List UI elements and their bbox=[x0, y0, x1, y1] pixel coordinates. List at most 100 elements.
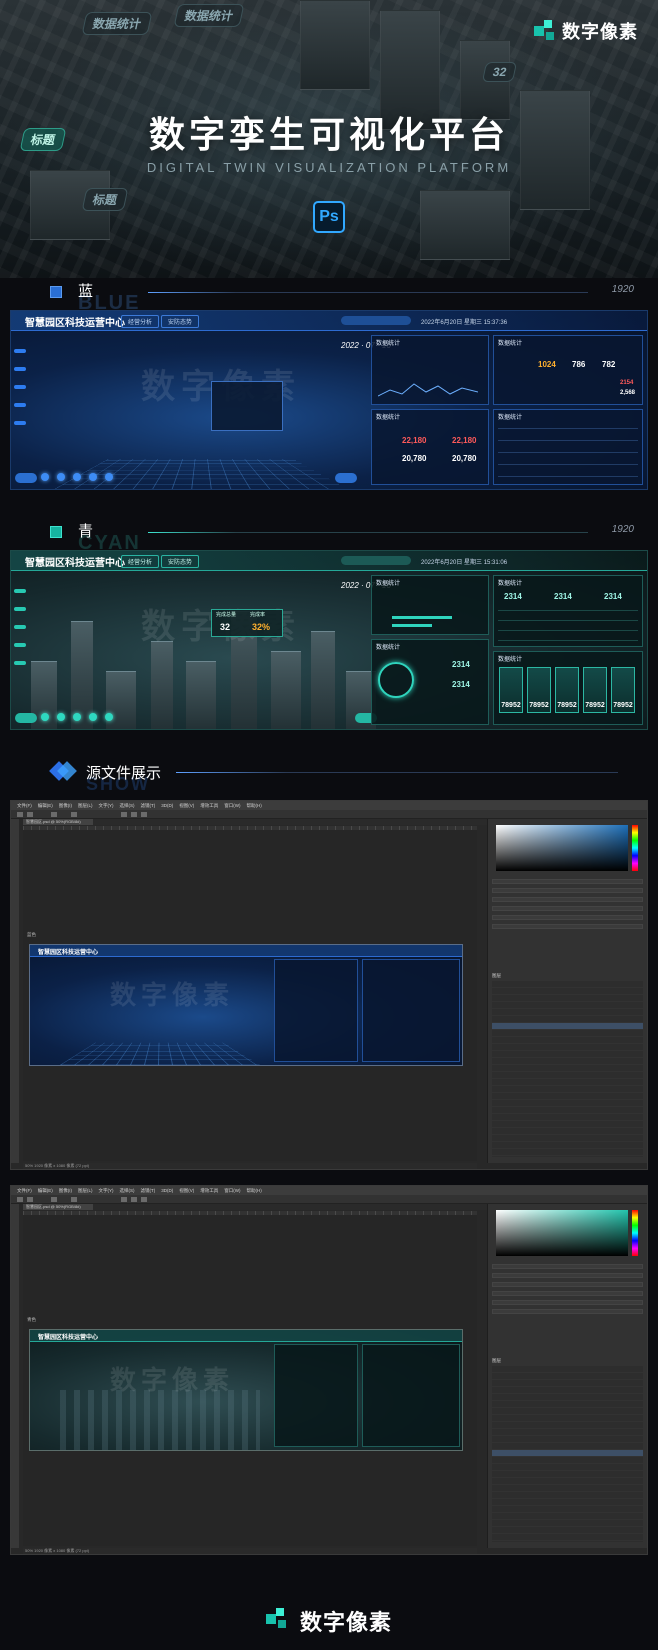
nav-tab[interactable]: 安防态势 bbox=[161, 555, 200, 568]
tool-button[interactable] bbox=[57, 473, 65, 481]
option-icon[interactable] bbox=[51, 1197, 57, 1202]
menu-item[interactable]: 图像(I) bbox=[59, 1188, 72, 1194]
align-icon[interactable] bbox=[141, 1197, 147, 1202]
panel-title: 数据统计 bbox=[498, 581, 523, 587]
tool-button[interactable] bbox=[73, 473, 81, 481]
menu-item[interactable]: 选择(S) bbox=[120, 1188, 135, 1194]
document-tabs: 智慧园区.psd @ 50%(RGB/8#) bbox=[23, 819, 487, 825]
align-icon[interactable] bbox=[141, 812, 147, 817]
metric-tile[interactable]: 78952 bbox=[611, 667, 635, 713]
sidebar-item[interactable] bbox=[14, 349, 26, 353]
menu-item[interactable]: 帮助(H) bbox=[247, 803, 262, 809]
document-tab[interactable]: 智慧园区.psd @ 50%(RGB/8#) bbox=[23, 1204, 93, 1210]
document-tab[interactable]: 智慧园区.psd @ 50%(RGB/8#) bbox=[23, 819, 93, 825]
home-icon[interactable] bbox=[17, 812, 23, 817]
tool-button[interactable] bbox=[89, 713, 97, 721]
watermark: 数字像素 bbox=[110, 980, 235, 1010]
menu-item[interactable]: 图层(L) bbox=[78, 803, 93, 809]
option-icon[interactable] bbox=[71, 1197, 77, 1202]
tool-button[interactable] bbox=[41, 473, 49, 481]
menu-item[interactable]: 增效工具 bbox=[200, 803, 218, 809]
hue-slider[interactable] bbox=[632, 1210, 638, 1256]
menu-item[interactable]: 文字(Y) bbox=[99, 803, 114, 809]
menu-item[interactable]: 文件(F) bbox=[17, 803, 32, 809]
sidebar-item[interactable] bbox=[14, 625, 26, 629]
align-icon[interactable] bbox=[121, 1197, 127, 1202]
properties-panel bbox=[492, 879, 643, 969]
metric-tile[interactable]: 78952 bbox=[527, 667, 551, 713]
menu-item[interactable]: 3D(D) bbox=[161, 1188, 173, 1193]
menu-item[interactable]: 编辑(E) bbox=[38, 803, 53, 809]
menu-item[interactable]: 窗口(W) bbox=[224, 803, 240, 809]
search-input[interactable] bbox=[341, 316, 411, 325]
menu-item[interactable]: 滤镜(T) bbox=[141, 803, 156, 809]
bottom-pill-button[interactable] bbox=[15, 473, 37, 483]
tool-button[interactable] bbox=[89, 473, 97, 481]
align-icon[interactable] bbox=[131, 812, 137, 817]
dashboard-title: 智慧园区科技运营中心 bbox=[25, 558, 125, 569]
tool-button[interactable] bbox=[57, 713, 65, 721]
tool-button[interactable] bbox=[105, 713, 113, 721]
canvas[interactable]: 蓝色 数字像素 智慧园区科技运营中心 bbox=[23, 826, 477, 1161]
sidebar-item[interactable] bbox=[14, 403, 26, 407]
artboard[interactable]: 数字像素 智慧园区科技运营中心 bbox=[29, 1329, 463, 1451]
menu-item[interactable]: 编辑(E) bbox=[38, 1188, 53, 1194]
selected-layer[interactable] bbox=[492, 1450, 643, 1456]
artboard[interactable]: 数字像素 智慧园区科技运营中心 bbox=[29, 944, 463, 1066]
selected-layer[interactable] bbox=[492, 1023, 643, 1029]
color-picker[interactable] bbox=[496, 1210, 628, 1256]
move-tool-icon[interactable] bbox=[27, 812, 33, 817]
menu-item[interactable]: 文字(Y) bbox=[99, 1188, 114, 1194]
sidebar-item[interactable] bbox=[14, 661, 26, 665]
sidebar-item[interactable] bbox=[14, 385, 26, 389]
menu-item[interactable]: 增效工具 bbox=[200, 1188, 218, 1194]
nav-tab[interactable]: 经营分析 bbox=[121, 315, 160, 328]
square-icon bbox=[50, 286, 62, 298]
menu-item[interactable]: 视图(V) bbox=[179, 1188, 194, 1194]
metric-tile[interactable]: 78952 bbox=[555, 667, 579, 713]
sidebar-item[interactable] bbox=[14, 367, 26, 371]
menu-item[interactable]: 选择(S) bbox=[120, 803, 135, 809]
menu-item[interactable]: 滤镜(T) bbox=[141, 1188, 156, 1194]
layers-list[interactable] bbox=[492, 1366, 643, 1542]
artboard-panel bbox=[362, 1344, 460, 1447]
move-tool-icon[interactable] bbox=[27, 1197, 33, 1202]
bottom-pill-button[interactable] bbox=[15, 713, 37, 723]
layers-list[interactable] bbox=[492, 981, 643, 1157]
nav-tab[interactable]: 经营分析 bbox=[121, 555, 160, 568]
sidebar-item[interactable] bbox=[14, 421, 26, 425]
tool-button[interactable] bbox=[105, 473, 113, 481]
align-icon[interactable] bbox=[121, 812, 127, 817]
menu-item[interactable]: 视图(V) bbox=[179, 803, 194, 809]
sidebar-item[interactable] bbox=[14, 589, 26, 593]
toolbar bbox=[11, 1204, 19, 1548]
metric-tile[interactable]: 78952 bbox=[583, 667, 607, 713]
panel-title: 数据统计 bbox=[498, 341, 523, 347]
nav-tab[interactable]: 安防态势 bbox=[161, 315, 200, 328]
tool-button[interactable] bbox=[41, 713, 49, 721]
dashboard-blue-preview: 数字像素 智慧园区科技运营中心 经营分析 安防态势 2022年6月20日 星期三… bbox=[10, 310, 648, 490]
align-icon[interactable] bbox=[131, 1197, 137, 1202]
menu-item[interactable]: 帮助(H) bbox=[247, 1188, 262, 1194]
option-icon[interactable] bbox=[71, 812, 77, 817]
search-input[interactable] bbox=[341, 556, 411, 565]
hue-slider[interactable] bbox=[632, 825, 638, 871]
menu-item[interactable]: 3D(D) bbox=[161, 803, 173, 808]
color-picker[interactable] bbox=[496, 825, 628, 871]
tool-button[interactable] bbox=[73, 713, 81, 721]
bottom-pill-button[interactable] bbox=[335, 473, 357, 483]
home-icon[interactable] bbox=[17, 1197, 23, 1202]
canvas[interactable]: 青色 数字像素 智慧园区科技运营中心 bbox=[23, 1211, 477, 1546]
menu-item[interactable]: 图层(L) bbox=[78, 1188, 93, 1194]
sidebar-item[interactable] bbox=[14, 607, 26, 611]
menu-item[interactable]: 窗口(W) bbox=[224, 1188, 240, 1194]
metric-tile[interactable]: 78952 bbox=[499, 667, 523, 713]
value: 2314 bbox=[452, 660, 470, 669]
menu-item[interactable]: 文件(F) bbox=[17, 1188, 32, 1194]
footer-brand-logo: 数字像素 bbox=[0, 1605, 658, 1637]
artboard-title: 智慧园区科技运营中心 bbox=[38, 950, 99, 956]
sidebar-item[interactable] bbox=[14, 643, 26, 647]
menu-item[interactable]: 图像(I) bbox=[59, 803, 72, 809]
photoshop-icon: Ps bbox=[313, 201, 345, 233]
option-icon[interactable] bbox=[51, 812, 57, 817]
